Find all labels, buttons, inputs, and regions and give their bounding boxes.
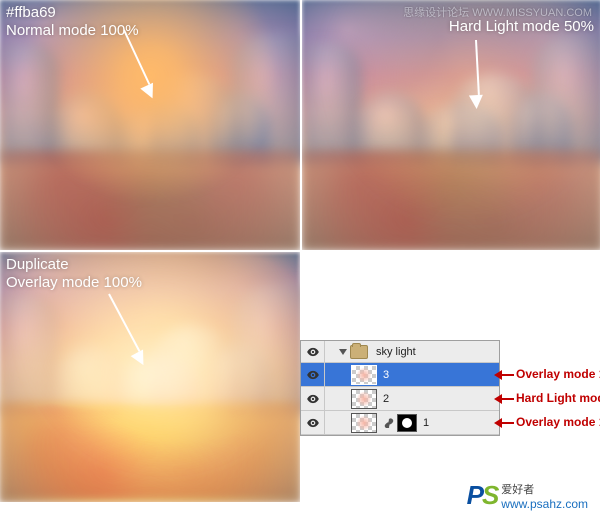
panel-top-left: #ffba69 Normal mode 100% xyxy=(0,0,300,250)
panel-top-right: Hard Light mode 50% 思缘设计论坛 WWW.MISSYUAN.… xyxy=(302,0,600,250)
arrow-red-icon xyxy=(500,398,514,400)
layer-name[interactable]: 1 xyxy=(421,417,499,429)
layer-thumbnail[interactable] xyxy=(351,365,377,385)
layer-name[interactable]: 3 xyxy=(381,369,499,381)
arrow-red-icon xyxy=(500,422,514,424)
layers-panel-area: sky light 3 2 xyxy=(300,340,600,436)
label-hardlight: Hard Light mode 50% xyxy=(516,391,600,405)
eye-icon xyxy=(306,368,320,382)
layer-row-2[interactable]: 2 xyxy=(301,387,499,411)
panel-bottom-left: Duplicate Overlay mode 100% xyxy=(0,252,300,502)
mask-thumbnail[interactable] xyxy=(397,414,417,432)
visibility-toggle[interactable] xyxy=(301,341,325,362)
visibility-toggle[interactable] xyxy=(301,387,325,410)
layer-group-row[interactable]: sky light xyxy=(301,341,499,363)
annotation-mode-hardlight: Hard Light mode 50% xyxy=(449,18,594,36)
layer-thumbnail[interactable] xyxy=(351,413,377,433)
annotation-color-hex: #ffba69 xyxy=(6,4,56,22)
layer-thumbnail[interactable] xyxy=(351,389,377,409)
label-overlay-top: Overlay mode 100% xyxy=(516,367,600,381)
eye-icon xyxy=(306,392,320,406)
label-overlay-bottom: Overlay mode 100% xyxy=(516,415,600,429)
visibility-toggle[interactable] xyxy=(301,363,325,386)
group-name[interactable]: sky light xyxy=(374,346,499,358)
eye-icon xyxy=(306,416,320,430)
eye-icon xyxy=(306,345,320,359)
layer-name[interactable]: 2 xyxy=(381,393,499,405)
annotation-duplicate: Duplicate xyxy=(6,256,69,274)
watermark-bottom: PS 爱好者 www.psahz.com xyxy=(467,480,588,511)
layer-row-3[interactable]: 3 xyxy=(301,363,499,387)
ps-logo: PS xyxy=(467,480,498,511)
arrow-red-icon xyxy=(500,374,514,376)
watermark-cn: 爱好者 xyxy=(501,481,588,497)
layer-row-1[interactable]: 1 xyxy=(301,411,499,435)
watermark-url: www.psahz.com xyxy=(501,497,588,511)
folder-icon xyxy=(350,345,368,359)
annotation-mode-overlay: Overlay mode 100% xyxy=(6,274,142,292)
disclosure-triangle-icon[interactable] xyxy=(339,349,347,355)
visibility-toggle[interactable] xyxy=(301,411,325,434)
layers-panel[interactable]: sky light 3 2 xyxy=(300,340,500,436)
link-icon[interactable] xyxy=(383,417,395,429)
annotation-mode-normal: Normal mode 100% xyxy=(6,22,139,40)
watermark-top: 思缘设计论坛 WWW.MISSYUAN.COM xyxy=(403,4,592,20)
